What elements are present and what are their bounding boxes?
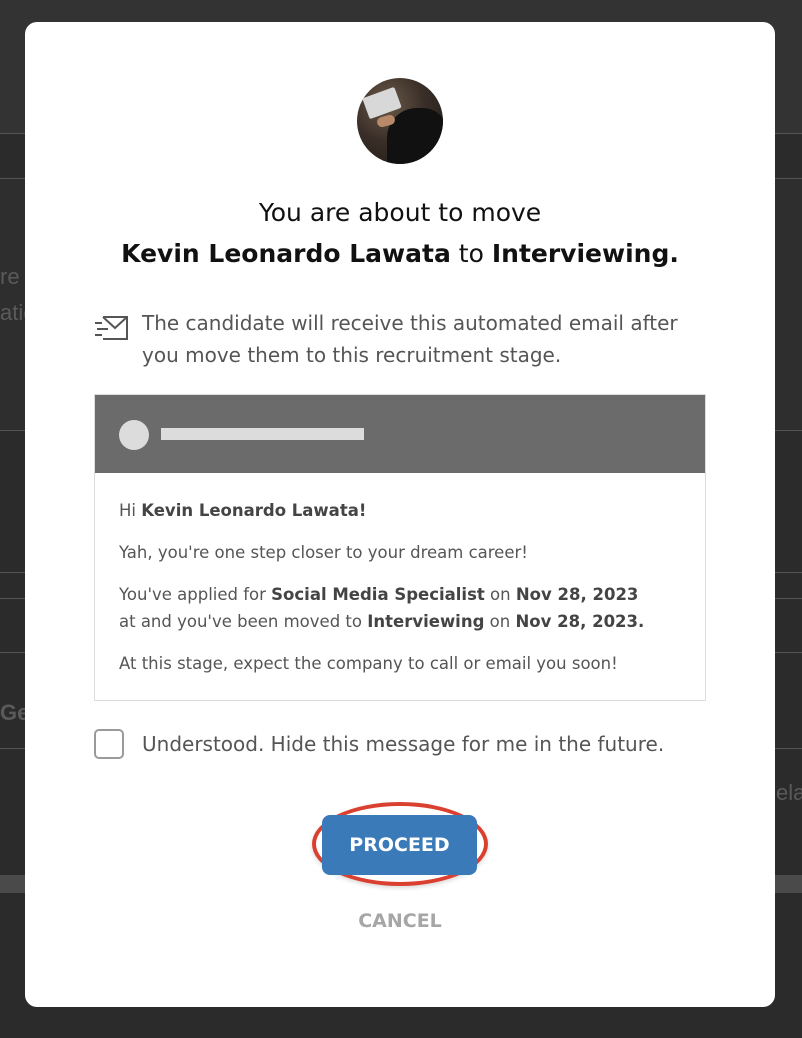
email-notice: The candidate will receive this automate…	[94, 307, 714, 371]
stage-name: Interviewing.	[491, 239, 679, 268]
proceed-highlight: PROCEED	[312, 802, 488, 886]
email-preview-body: Hi Kevin Leonardo Lawata! Yah, you're on…	[95, 473, 705, 677]
modal-title: You are about to move Kevin Leonardo Law…	[25, 192, 775, 274]
move-candidate-modal: You are about to move Kevin Leonardo Law…	[25, 22, 775, 1007]
greeting-name: Kevin Leonardo Lawata!	[141, 501, 367, 520]
mail-send-icon	[95, 316, 128, 340]
moved-stage: Interviewing	[367, 612, 485, 631]
notice-text: The candidate will receive this automate…	[142, 311, 678, 367]
moved-text: at and you've been moved to	[119, 612, 362, 631]
email-line-4: At this stage, expect the company to cal…	[119, 654, 618, 673]
email-greeting: Hi Kevin Leonardo Lawata!	[119, 497, 681, 524]
job-title: Social Media Specialist	[271, 585, 485, 604]
moved-date: Nov 28, 2023.	[515, 612, 645, 631]
applied-text: You've applied for	[119, 585, 266, 604]
proceed-button[interactable]: PROCEED	[322, 815, 477, 875]
applied-date: Nov 28, 2023	[515, 585, 639, 604]
on-text: on	[489, 612, 511, 631]
candidate-avatar	[357, 78, 443, 164]
title-to: to	[458, 239, 484, 268]
cancel-button[interactable]: CANCEL	[25, 910, 775, 932]
hide-message-label[interactable]: Understood. Hide this message for me in …	[142, 732, 664, 756]
background-text: ela	[776, 780, 802, 805]
email-preview: Hi Kevin Leonardo Lawata! Yah, you're on…	[94, 394, 706, 701]
hide-message-row[interactable]: Understood. Hide this message for me in …	[94, 729, 664, 759]
greeting-prefix: Hi	[119, 501, 136, 520]
candidate-name: Kevin Leonardo Lawata	[121, 239, 451, 268]
email-line-1: Yah, you're one step closer to your drea…	[119, 543, 528, 562]
email-preview-header	[95, 395, 705, 473]
email-line-2: You've applied for Social Media Speciali…	[119, 581, 681, 635]
on-text: on	[490, 585, 511, 604]
title-line-1: You are about to move	[258, 198, 542, 227]
sender-avatar-placeholder	[119, 420, 149, 450]
title-line-2: Kevin Leonardo Lawata to Interviewing.	[25, 233, 775, 274]
sender-name-placeholder	[161, 428, 364, 440]
hide-message-checkbox[interactable]	[94, 729, 124, 759]
